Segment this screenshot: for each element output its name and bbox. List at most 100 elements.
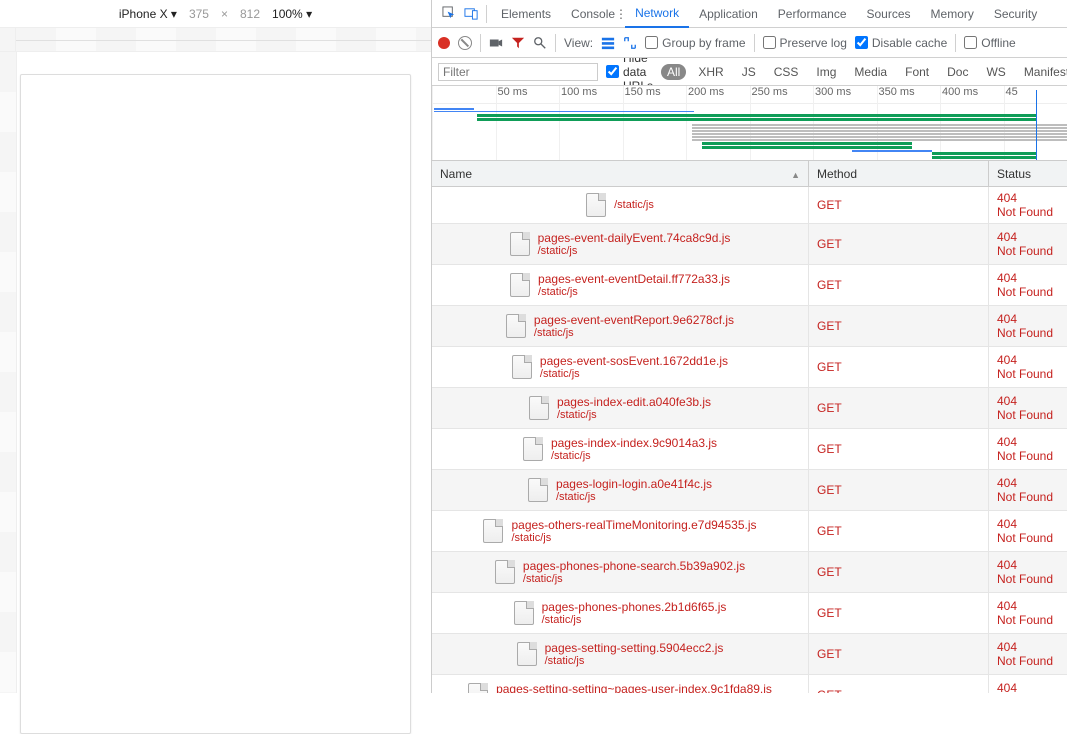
request-row[interactable]: pages-event-eventDetail.ff772a33.js/stat…	[432, 265, 1067, 306]
request-status: 404Not Found	[989, 306, 1067, 346]
request-path: /static/js	[534, 327, 734, 339]
request-row[interactable]: pages-event-sosEvent.1672dd1e.js/static/…	[432, 347, 1067, 388]
request-path: /static/js	[545, 655, 724, 667]
hide-data-urls-checkbox[interactable]: Hide data URLs	[606, 58, 653, 86]
request-status: 404Not Found	[989, 470, 1067, 510]
request-path: /static/js	[540, 368, 728, 380]
devtools-panel: ElementsConsoleNetworkApplicationPerform…	[432, 0, 1067, 693]
request-row[interactable]: pages-others-realTimeMonitoring.e7d94535…	[432, 511, 1067, 552]
more-options-icon[interactable]	[615, 7, 627, 21]
filter-js[interactable]: JS	[736, 64, 762, 80]
request-status: 404Not Found	[989, 511, 1067, 551]
request-filename: pages-event-sosEvent.1672dd1e.js	[540, 354, 728, 368]
tab-application[interactable]: Application	[689, 0, 768, 28]
camera-icon[interactable]	[489, 36, 503, 50]
device-frame[interactable]	[20, 74, 411, 734]
request-row[interactable]: pages-login-login.a0e41f4c.js/static/js G…	[432, 470, 1067, 511]
tab-elements[interactable]: Elements	[491, 0, 561, 28]
filter-doc[interactable]: Doc	[941, 64, 974, 80]
column-name[interactable]: Name	[432, 161, 809, 186]
request-filename: pages-others-realTimeMonitoring.e7d94535…	[511, 518, 756, 532]
column-status[interactable]: Status	[989, 161, 1067, 186]
tab-performance[interactable]: Performance	[768, 0, 857, 28]
ruler-horizontal	[0, 28, 431, 52]
tab-sources[interactable]: Sources	[857, 0, 921, 28]
device-width[interactable]: 375	[189, 7, 209, 21]
devtools-tabs: ElementsConsoleNetworkApplicationPerform…	[432, 0, 1067, 28]
request-path: /static/js	[511, 532, 756, 544]
preview-pane: iPhone X 375 × 812 100%	[0, 0, 432, 693]
request-path: /static/js	[556, 491, 712, 503]
device-toggle-icon[interactable]	[460, 3, 482, 25]
request-filename: pages-event-dailyEvent.74ca8c9d.js	[538, 231, 731, 245]
column-method[interactable]: Method	[809, 161, 989, 186]
request-method: GET	[809, 593, 989, 633]
filter-icon[interactable]	[511, 36, 525, 50]
request-row[interactable]: pages-dispatching-xungengPath.3002c2a4.j…	[432, 187, 1067, 224]
timeline-overview[interactable]: 50 ms100 ms150 ms200 ms250 ms300 ms350 m…	[432, 86, 1067, 161]
filter-input[interactable]	[438, 63, 598, 81]
filter-xhr[interactable]: XHR	[692, 64, 729, 80]
request-row[interactable]: pages-phones-phone-search.5b39a902.js/st…	[432, 552, 1067, 593]
request-filename: pages-phones-phone-search.5b39a902.js	[523, 559, 745, 573]
clear-button[interactable]	[458, 36, 472, 50]
dimension-times: ×	[221, 7, 228, 21]
request-filename: pages-phones-phones.2b1d6f65.js	[542, 600, 727, 614]
filter-css[interactable]: CSS	[768, 64, 805, 80]
request-path: /static/js	[557, 409, 711, 421]
filter-all[interactable]: All	[661, 64, 686, 80]
overview-icon[interactable]	[623, 36, 637, 50]
preserve-log-checkbox[interactable]: Preserve log	[763, 36, 847, 50]
filter-manifest[interactable]: Manifest	[1018, 64, 1067, 80]
tab-network[interactable]: Network	[625, 0, 689, 28]
record-button[interactable]	[438, 37, 450, 49]
filter-font[interactable]: Font	[899, 64, 935, 80]
sort-asc-icon	[791, 167, 800, 181]
request-row[interactable]: pages-setting-setting.5904ecc2.js/static…	[432, 634, 1067, 675]
request-method: GET	[809, 675, 989, 693]
filter-ws[interactable]: WS	[980, 64, 1011, 80]
preview-area	[0, 52, 431, 693]
request-method: GET	[809, 470, 989, 510]
request-rows[interactable]: pages-dispatching-xungengPath.3002c2a4.j…	[432, 187, 1067, 693]
request-status: 404Not Found	[989, 552, 1067, 592]
group-by-frame-checkbox[interactable]: Group by frame	[645, 36, 745, 50]
tab-memory[interactable]: Memory	[921, 0, 984, 28]
filter-media[interactable]: Media	[848, 64, 893, 80]
inspect-icon[interactable]	[438, 3, 460, 25]
request-path: /static/js	[538, 286, 730, 298]
request-status: 404Not Found	[989, 224, 1067, 264]
request-row[interactable]: pages-phones-phones.2b1d6f65.js/static/j…	[432, 593, 1067, 634]
request-filename: pages-login-login.a0e41f4c.js	[556, 477, 712, 491]
request-row[interactable]: pages-index-index.9c9014a3.js/static/jsG…	[432, 429, 1067, 470]
request-path: /static/js	[538, 245, 731, 257]
offline-checkbox[interactable]: Offline	[964, 36, 1015, 50]
request-filename: pages-setting-setting.5904ecc2.js	[545, 641, 724, 655]
request-method: GET	[809, 265, 989, 305]
request-status: 404Not Found	[989, 265, 1067, 305]
large-rows-icon[interactable]	[601, 36, 615, 50]
request-filename: pages-event-eventDetail.ff772a33.js	[538, 272, 730, 286]
request-row[interactable]: pages-setting-setting~pages-user-index.9…	[432, 675, 1067, 693]
filter-img[interactable]: Img	[810, 64, 842, 80]
request-method: GET	[809, 552, 989, 592]
device-toolbar: iPhone X 375 × 812 100%	[0, 0, 431, 28]
request-method: GET	[809, 306, 989, 346]
file-icon	[529, 396, 549, 420]
device-select[interactable]: iPhone X	[119, 7, 177, 21]
view-label: View:	[564, 36, 593, 50]
table-header: Name Method Status	[432, 161, 1067, 187]
network-toolbar: View: Group by frame Preserve log Disabl…	[432, 28, 1067, 58]
request-row[interactable]: pages-event-eventReport.9e6278cf.js/stat…	[432, 306, 1067, 347]
request-path: /static/js	[523, 573, 745, 585]
request-row[interactable]: pages-event-dailyEvent.74ca8c9d.js/stati…	[432, 224, 1067, 265]
request-filename: pages-index-index.9c9014a3.js	[551, 436, 717, 450]
disable-cache-checkbox[interactable]: Disable cache	[855, 36, 947, 50]
request-row[interactable]: pages-index-edit.a040fe3b.js/static/jsGE…	[432, 388, 1067, 429]
zoom-select[interactable]: 100%	[272, 7, 312, 21]
file-icon	[512, 355, 532, 379]
tab-security[interactable]: Security	[984, 0, 1047, 28]
search-icon[interactable]	[533, 36, 547, 50]
device-height[interactable]: 812	[240, 7, 260, 21]
request-filename: pages-event-eventReport.9e6278cf.js	[534, 313, 734, 327]
